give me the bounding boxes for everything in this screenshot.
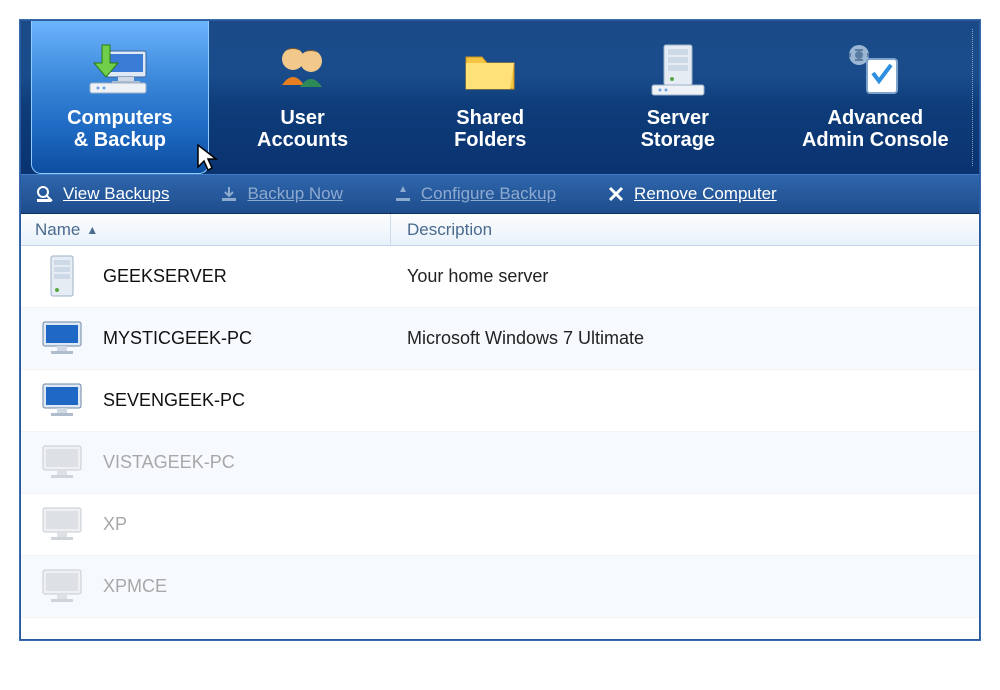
item-name: XP [103,514,127,535]
monitor-off-icon [39,440,85,486]
remove-computer-button[interactable]: Remove Computer [606,184,777,204]
item-name: SEVENGEEK-PC [103,390,245,411]
column-label: Description [407,220,492,240]
action-toolbar: View Backups Backup Now Configure Backup… [21,174,979,214]
server-storage-icon [642,37,714,101]
item-name: GEEKSERVER [103,266,227,287]
tab-user-accounts[interactable]: User Accounts [209,21,397,174]
tab-computers-backup[interactable]: Computers & Backup [31,21,209,174]
item-name: VISTAGEEK-PC [103,452,235,473]
tab-label-line2: & Backup [67,129,173,151]
tab-label-line1: User [257,107,348,129]
user-accounts-icon [267,37,339,101]
list-item[interactable]: VISTAGEEK-PC [21,432,979,494]
list-header: Name ▲ Description [21,214,979,246]
list-item[interactable]: XP [21,494,979,556]
backup-now-icon [219,184,239,204]
tab-label-line2: Folders [454,129,526,151]
backup-now-button: Backup Now [219,184,342,204]
tab-server-storage[interactable]: Server Storage [584,21,772,174]
list-item[interactable]: XPMCE [21,556,979,618]
item-description: Microsoft Windows 7 Ultimate [391,328,979,349]
column-header-description[interactable]: Description [391,214,979,245]
tab-label-line2: Admin Console [802,129,949,151]
tool-label: Remove Computer [634,184,777,204]
tab-label-line2: Accounts [257,129,348,151]
tab-label: User Accounts [257,107,348,151]
tab-label-line1: Shared [454,107,526,129]
tab-label: Computers & Backup [67,107,173,151]
item-description: Your home server [391,266,979,287]
computer-list: GEEKSERVER Your home server MYSTICGEEK-P… [21,246,979,618]
tab-label-line2: Storage [641,129,715,151]
tool-label: View Backups [63,184,169,204]
monitor-off-icon [39,564,85,610]
list-item[interactable]: GEEKSERVER Your home server [21,246,979,308]
tab-label-line1: Advanced [802,107,949,129]
configure-backup-button: Configure Backup [393,184,556,204]
computers-backup-icon [84,37,156,101]
server-icon [39,254,85,300]
configure-backup-icon [393,184,413,204]
tab-label-line1: Server [641,107,715,129]
column-header-name[interactable]: Name ▲ [21,214,391,245]
list-item[interactable]: MYSTICGEEK-PC Microsoft Windows 7 Ultima… [21,308,979,370]
view-backups-icon [35,184,55,204]
monitor-off-icon [39,502,85,548]
view-backups-button[interactable]: View Backups [35,184,169,204]
tab-label: Server Storage [641,107,715,151]
tab-advanced-admin-console[interactable]: Advanced Admin Console [772,21,979,174]
home-server-console: Computers & Backup User Accounts [20,20,980,640]
list-item[interactable]: SEVENGEEK-PC [21,370,979,432]
shared-folders-icon [454,37,526,101]
column-label: Name [35,220,80,240]
tab-shared-folders[interactable]: Shared Folders [396,21,584,174]
remove-icon [606,184,626,204]
tab-label-line1: Computers [67,107,173,129]
item-name: XPMCE [103,576,167,597]
tab-label: Advanced Admin Console [802,107,949,151]
sort-asc-icon: ▲ [86,223,98,237]
tab-label: Shared Folders [454,107,526,151]
main-nav: Computers & Backup User Accounts [21,21,979,174]
tool-label: Backup Now [247,184,342,204]
monitor-icon [39,316,85,362]
advanced-admin-icon [839,37,911,101]
item-name: MYSTICGEEK-PC [103,328,252,349]
tool-label: Configure Backup [421,184,556,204]
monitor-icon [39,378,85,424]
